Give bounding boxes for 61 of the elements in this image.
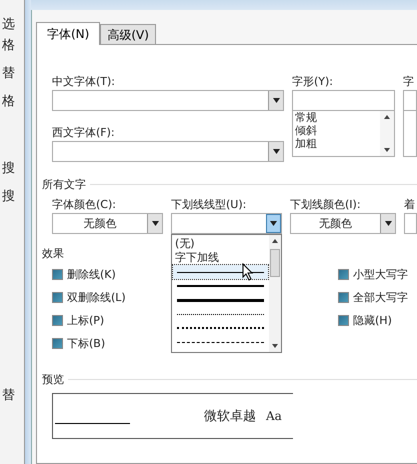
dropdown-button[interactable] [266,214,281,233]
background-label: 选 [2,18,16,32]
caret-icon [272,149,280,154]
font-color-combo[interactable]: 无颜色 [52,213,163,234]
dropdown-option[interactable]: 字下加线 [175,252,219,264]
checkbox[interactable]: 上标(P) [52,313,104,327]
list-item[interactable]: 常规 [295,111,380,124]
tab[interactable]: 字体(N) [36,22,100,45]
preview-text: Aa [266,409,282,423]
line-style-option[interactable] [177,298,264,302]
field-label: 西文字体(F): [52,126,116,139]
scroll-down-icon[interactable] [384,148,390,152]
caret-icon [272,98,280,103]
dropdown-button[interactable] [268,91,283,110]
cursor-icon [242,263,254,281]
dropdown-option[interactable]: (无) [175,238,195,250]
field-label: 字体颜色(C): [52,198,117,211]
scroll-up-icon[interactable] [384,115,390,119]
checkbox[interactable]: 双删除线(L) [52,290,126,304]
font-style-field[interactable] [292,90,395,111]
section-heading: 效果 [42,246,64,261]
font-style-list[interactable]: 常规 倾斜 加粗 [292,111,395,157]
section-heading: 所有文字 [42,177,86,192]
scroll-thumb[interactable] [270,249,280,277]
scrollbar[interactable] [269,235,281,352]
background-label: 搜 [2,162,16,176]
scroll-up-icon[interactable] [272,239,278,243]
font-size-field[interactable] [403,90,417,111]
background-label: 搜 [2,190,16,204]
background-label: 格 [2,95,16,109]
underline-style-combo[interactable] [171,213,282,234]
section-heading: 预览 [42,372,64,387]
field-label: 字形(Y): [292,75,334,88]
checkbox[interactable]: 删除线(K) [52,267,116,281]
caret-icon [384,221,392,226]
checkbox[interactable]: 隐藏(H) [338,313,392,327]
background-label: 替 [2,389,16,403]
list-item[interactable]: 加粗 [295,137,380,150]
background-label: 格 [2,39,16,53]
field-label: 字 [403,75,415,88]
list-item[interactable]: 倾斜 [295,124,380,137]
dropdown-button[interactable] [268,142,283,161]
underline-color-combo[interactable]: 无颜色 [290,213,396,234]
caret-icon [270,221,277,226]
field-label: 中文字体(T): [52,75,116,88]
field-label: 下划线颜色(I): [290,198,362,211]
underline-style-dropdown[interactable]: (无) 字下加线 [171,234,282,353]
field-label: 下划线线型(U): [171,198,248,211]
field-label: 着 [404,198,416,211]
checkbox[interactable]: 全部大写字 [338,290,408,304]
checkbox[interactable]: 小型大写字 [338,267,408,281]
scrollbar[interactable] [380,111,394,156]
checkbox[interactable]: 下标(B) [52,336,106,350]
dropdown-button[interactable] [147,214,162,233]
tab[interactable]: 高级(V) [100,24,156,44]
preview-text: 微软卓越 [204,408,256,425]
scroll-down-icon[interactable] [272,344,278,348]
caret-icon [152,221,158,226]
line-style-option[interactable] [177,327,264,329]
dropdown-button[interactable] [380,214,395,233]
background-label: 替 [2,67,16,81]
